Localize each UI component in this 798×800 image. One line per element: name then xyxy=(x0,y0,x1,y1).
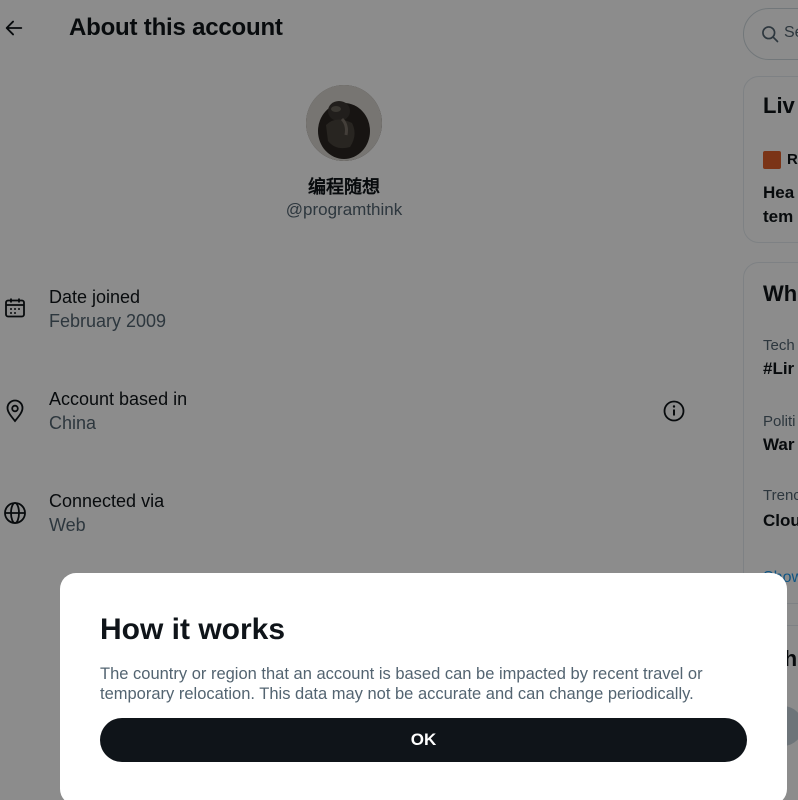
dialog-title: How it works xyxy=(100,613,286,646)
dialog-body: The country or region that an account is… xyxy=(100,665,703,703)
how-it-works-dialog: How it works The country or region that … xyxy=(60,573,787,800)
account-page: About this account 编程随想 @programthink Da… xyxy=(0,0,798,800)
ok-button[interactable]: OK xyxy=(100,718,747,762)
